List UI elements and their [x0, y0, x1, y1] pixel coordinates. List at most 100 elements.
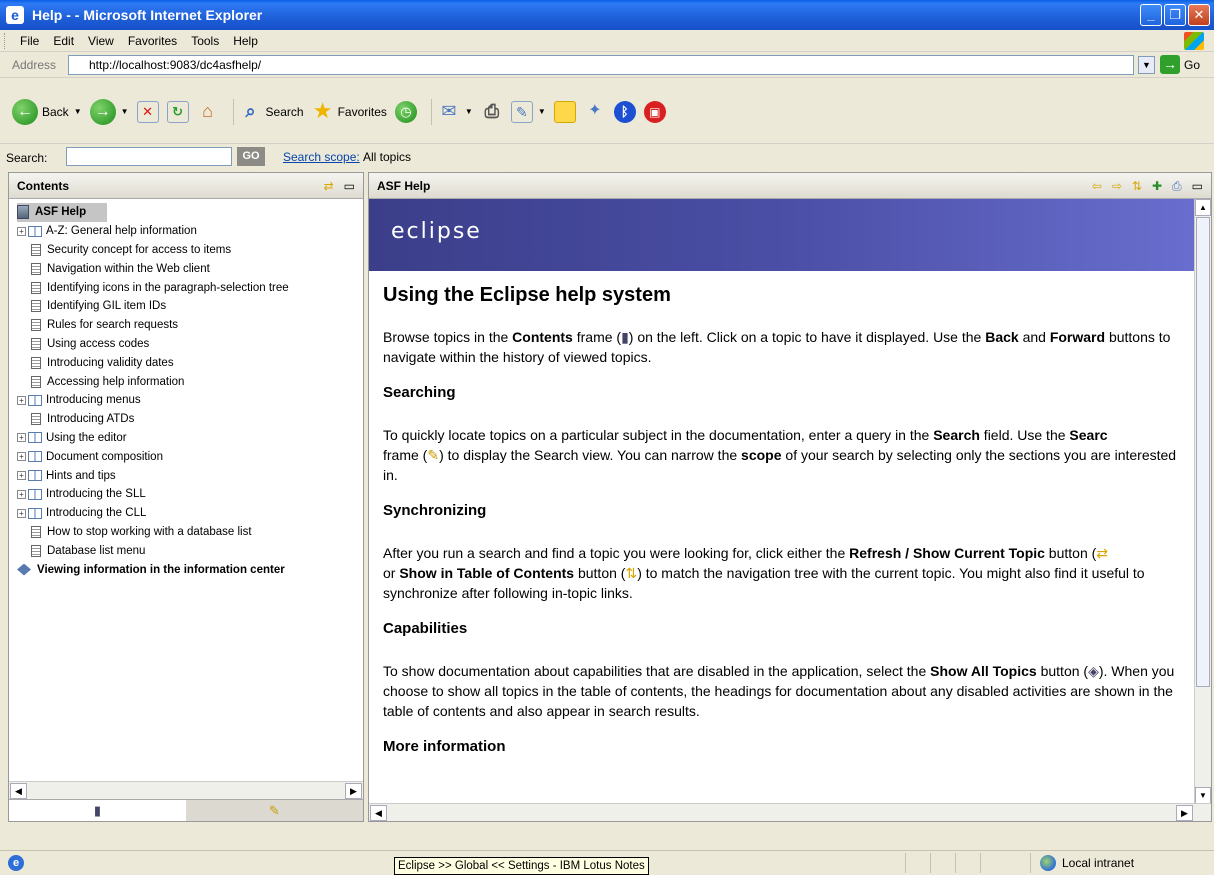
vscroll-thumb[interactable] — [1196, 217, 1210, 687]
maximize-pane-icon[interactable]: ▭ — [344, 173, 355, 199]
go-button[interactable]: → Go — [1160, 55, 1200, 74]
address-input[interactable]: http://localhost:9083/dc4asfhelp/ — [68, 55, 1134, 75]
forward-topic-icon[interactable]: ⇨ — [1112, 173, 1122, 199]
notes-button[interactable] — [553, 100, 576, 123]
note-icon — [553, 100, 576, 123]
forward-button[interactable]: → ▼ — [89, 98, 129, 125]
toc-item[interactable]: Identifying icons in the paragraph-selec… — [17, 278, 363, 297]
address-dropdown-button[interactable]: ▼ — [1138, 56, 1155, 74]
help-search-go-button[interactable]: GO — [237, 147, 265, 166]
menu-help[interactable]: Help — [226, 34, 265, 48]
toc-item[interactable]: Rules for search requests — [17, 316, 363, 335]
edit-button[interactable]: ✎ ▼ — [510, 100, 546, 123]
contents-pane: Contents ⇄ ▭ ASF Help + A-Z: General help… — [8, 172, 364, 822]
toc-item[interactable]: Identifying GIL item IDs — [17, 297, 363, 316]
expand-icon[interactable]: + — [17, 395, 26, 405]
forward-arrow-icon: → — [89, 98, 116, 125]
history-button[interactable]: ◷ — [394, 100, 417, 123]
contents-view-tabs: ▮ ✎ — [9, 799, 363, 821]
toc-item[interactable]: + Hints and tips — [17, 466, 363, 485]
expand-icon[interactable]: + — [17, 226, 26, 236]
topic-scroll-left-button[interactable]: ◀ — [370, 805, 387, 821]
toc-item[interactable]: + Introducing menus — [17, 391, 363, 410]
toc-item[interactable]: Introducing ATDs — [17, 410, 363, 429]
refresh-button[interactable]: ↻ — [166, 100, 189, 123]
scroll-down-button[interactable]: ▼ — [1195, 787, 1211, 804]
topic-hscrollbar[interactable]: ◀ ▶ — [369, 803, 1211, 821]
bluetooth-button[interactable]: ᛒ — [613, 100, 636, 123]
back-topic-icon[interactable]: ⇦ — [1092, 173, 1102, 199]
scroll-right-button[interactable]: ▶ — [345, 783, 362, 799]
topic-vscrollbar[interactable]: ▲ ▼ — [1194, 199, 1211, 804]
toc-item-label: Security concept for access to items — [47, 243, 232, 256]
toc-item[interactable]: Security concept for access to items — [17, 241, 363, 260]
toc-item[interactable]: Using access codes — [17, 335, 363, 354]
toc-item[interactable]: + Using the editor — [17, 429, 363, 448]
expand-icon[interactable]: + — [17, 433, 26, 443]
favorites-button[interactable]: ★ Favorites — [312, 99, 387, 123]
contents-hscrollbar[interactable]: ◀ ▶ — [9, 781, 363, 799]
back-button[interactable]: ← Back ▼ — [12, 98, 82, 125]
scroll-left-button[interactable]: ◀ — [10, 783, 27, 799]
research-button[interactable]: ▣ — [643, 100, 666, 123]
help-search-input[interactable] — [66, 147, 232, 166]
messenger-button[interactable]: ✦ — [584, 101, 606, 123]
tab-search-results[interactable]: ✎ — [186, 800, 363, 821]
menu-favorites[interactable]: Favorites — [121, 34, 184, 48]
toc-footer-item[interactable]: Viewing information in the information c… — [17, 560, 363, 579]
edit-dropdown-icon[interactable]: ▼ — [538, 107, 546, 116]
topic-scroll-right-button[interactable]: ▶ — [1176, 805, 1193, 821]
maximize-topic-icon[interactable]: ▭ — [1192, 173, 1203, 199]
show-in-toc-icon[interactable]: ⇅ — [1132, 173, 1142, 199]
ie-app-icon[interactable]: e — [6, 6, 24, 24]
home-button[interactable]: ⌂ — [197, 101, 219, 123]
menu-edit[interactable]: Edit — [46, 34, 81, 48]
sync-toc-icon[interactable]: ⇄ — [324, 173, 334, 199]
mail-dropdown-icon[interactable]: ▼ — [465, 107, 473, 116]
expand-icon[interactable]: + — [17, 452, 26, 462]
toc-item[interactable]: Database list menu — [17, 541, 363, 560]
search-scope-link[interactable]: Search scope: — [283, 150, 360, 164]
toc-item[interactable]: + Introducing the SLL — [17, 485, 363, 504]
toc-item-label: Navigation within the Web client — [47, 262, 210, 275]
contents-frame-icon: ▮ — [621, 329, 629, 345]
menu-file[interactable]: File — [13, 34, 46, 48]
toolbar-grip[interactable] — [4, 32, 7, 49]
toolbar-separator — [232, 98, 234, 125]
page-icon — [31, 281, 41, 294]
expand-icon[interactable]: + — [17, 489, 26, 499]
toc-item[interactable]: + Document composition — [17, 447, 363, 466]
toc-item[interactable]: Accessing help information — [17, 372, 363, 391]
menu-bar: File Edit View Favorites Tools Help — [0, 30, 1214, 52]
stop-button[interactable]: ✕ — [136, 100, 159, 123]
back-dropdown-icon[interactable]: ▼ — [74, 107, 82, 116]
toc-item[interactable]: Navigation within the Web client — [17, 259, 363, 278]
bookmark-icon[interactable]: ✚ — [1152, 173, 1162, 199]
toc-item[interactable]: How to stop working with a database list — [17, 523, 363, 542]
toc-item-label: Database list menu — [47, 544, 146, 557]
close-button[interactable]: ✕ — [1188, 4, 1210, 26]
maximize-button[interactable]: ❐ — [1164, 4, 1186, 26]
expand-icon[interactable]: + — [17, 471, 26, 481]
search-button[interactable]: ⌕ Search — [240, 101, 303, 123]
scroll-up-button[interactable]: ▲ — [1195, 199, 1211, 216]
toc-item[interactable]: + A-Z: General help information — [17, 222, 363, 241]
contents-title: Contents — [17, 179, 69, 193]
expand-icon[interactable]: + — [17, 508, 26, 518]
print-button[interactable]: ⎙ — [481, 101, 503, 123]
mail-button[interactable]: ✉ ▼ — [438, 101, 473, 123]
toc-root[interactable]: ASF Help — [17, 203, 107, 222]
forward-dropdown-icon[interactable]: ▼ — [121, 107, 129, 116]
menu-tools[interactable]: Tools — [184, 34, 226, 48]
menu-view[interactable]: View — [81, 34, 121, 48]
tab-contents[interactable]: ▮ — [9, 800, 186, 821]
searching-paragraph: To quickly locate topics on a particular… — [383, 427, 1177, 483]
print-topic-icon[interactable]: ⎙ — [1172, 173, 1182, 199]
toc-item[interactable]: Introducing validity dates — [17, 353, 363, 372]
toc-item[interactable]: + Introducing the CLL — [17, 504, 363, 523]
minimize-button[interactable]: _ — [1140, 4, 1162, 26]
security-zone[interactable]: Local intranet — [1040, 855, 1134, 871]
toc-item-label: Identifying GIL item IDs — [47, 300, 167, 313]
page-icon — [31, 356, 41, 369]
toc-item-label: Using access codes — [47, 337, 150, 350]
